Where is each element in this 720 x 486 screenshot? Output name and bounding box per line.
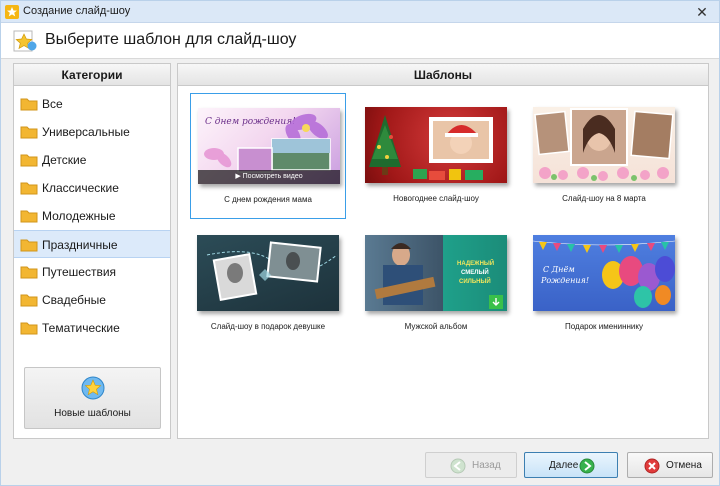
categories-panel: Категории Все Универсальные Детские Клас… [13, 63, 171, 439]
template-caption: Новогоднее слайд-шоу [393, 194, 479, 203]
close-icon[interactable]: ✕ [693, 3, 711, 21]
photo-collage-decoration [206, 241, 338, 301]
category-label: Классические [42, 181, 119, 195]
template-thumbnail: НАДЕЖНЫЙ СМЕЛЫЙ СИЛЬНЫЙ [365, 235, 507, 311]
category-label: Все [42, 97, 63, 111]
thumbnail-text-line: НАДЕЖНЫЙ [457, 261, 495, 267]
category-label: Свадебные [42, 293, 106, 307]
category-label: Тематические [42, 321, 120, 335]
cancel-button-label: Отмена [666, 460, 702, 471]
thumbnail-text-line: С Днём [543, 265, 575, 274]
next-arrow-icon [579, 458, 595, 474]
back-button-label: Назад [472, 460, 501, 471]
category-item-thematic[interactable]: Тематические [14, 314, 170, 342]
template-caption: Слайд-шоу в подарок девушке [210, 322, 326, 331]
folder-icon [20, 126, 38, 139]
template-thumbnail [197, 235, 339, 311]
new-templates-button[interactable]: Новые шаблоны [24, 367, 161, 429]
window-title: Создание слайд-шоу [23, 5, 131, 17]
template-card-birthday-gift[interactable]: С Днём Рождения! Подарок имениннику [526, 221, 682, 347]
templates-panel: Шаблоны С днем рождения! ▶ Посмотреть ви… [177, 63, 709, 439]
category-item-universal[interactable]: Универсальные [14, 118, 170, 146]
template-caption: Подарок имениннику [565, 322, 643, 331]
preview-video-label: Посмотреть видео [242, 173, 303, 180]
wizard-header: Выберите шаблон для слайд-шоу [1, 23, 719, 59]
template-card-new-year[interactable]: Новогоднее слайд-шоу [358, 93, 514, 219]
templates-heading: Шаблоны [178, 64, 708, 86]
new-templates-label: Новые шаблоны [54, 408, 131, 419]
preview-video-bar[interactable]: ▶ Посмотреть видео [198, 170, 340, 184]
category-label: Универсальные [42, 125, 130, 139]
back-button[interactable]: Назад [425, 452, 517, 478]
folder-icon [20, 266, 38, 279]
category-list: Все Универсальные Детские Классические М… [14, 86, 170, 342]
template-thumbnail: С Днём Рождения! [533, 235, 675, 311]
folder-icon [20, 182, 38, 195]
thumbnail-text-line: Рождения! [541, 276, 590, 285]
next-button[interactable]: Далее [524, 452, 618, 478]
cancel-icon [644, 458, 660, 474]
christmas-decoration [369, 115, 493, 180]
template-card-march-8[interactable]: Слайд-шоу на 8 марта [526, 93, 682, 219]
folder-icon [20, 294, 38, 307]
new-templates-star-icon [81, 376, 105, 400]
category-item-classic[interactable]: Классические [14, 174, 170, 202]
cancel-button[interactable]: Отмена [627, 452, 713, 478]
template-thumbnail [365, 107, 507, 183]
category-item-kids[interactable]: Детские [14, 146, 170, 174]
category-label: Детские [42, 153, 87, 167]
category-label: Праздничные [42, 238, 118, 252]
category-item-all[interactable]: Все [14, 90, 170, 118]
folder-icon [20, 154, 38, 167]
photo-collage-decoration [534, 108, 674, 181]
category-label: Путешествия [42, 265, 117, 279]
category-item-youth[interactable]: Молодежные [14, 202, 170, 230]
category-item-wedding[interactable]: Свадебные [14, 286, 170, 314]
category-item-holiday[interactable]: Праздничные [14, 230, 170, 258]
template-card-mens-album[interactable]: НАДЕЖНЫЙ СМЕЛЫЙ СИЛЬНЫЙ Мужской альбом [358, 221, 514, 347]
template-thumbnail: С днем рождения! ▶ Посмотреть видео [198, 108, 340, 184]
slideshow-wizard-window: Создание слайд-шоу ✕ Выберите шаблон для… [0, 0, 720, 486]
star-icon [13, 30, 37, 52]
template-thumbnail [533, 107, 675, 183]
template-grid: С днем рождения! ▶ Посмотреть видео С дн… [178, 87, 708, 438]
template-card-birthday-mom[interactable]: С днем рождения! ▶ Посмотреть видео С дн… [190, 93, 346, 219]
app-icon [5, 5, 19, 19]
title-bar: Создание слайд-шоу ✕ [1, 1, 719, 23]
template-caption: С днем рождения мама [224, 195, 312, 204]
folder-icon [20, 322, 38, 335]
category-label: Молодежные [42, 209, 116, 223]
folder-icon [20, 210, 38, 223]
thumbnail-text-line: СМЕЛЫЙ [461, 270, 489, 276]
page-title: Выберите шаблон для слайд-шоу [45, 31, 297, 48]
template-caption: Мужской альбом [404, 322, 468, 331]
template-caption: Слайд-шоу на 8 марта [562, 194, 646, 203]
thumbnail-text-line: СИЛЬНЫЙ [459, 279, 491, 285]
category-item-travel[interactable]: Путешествия [14, 258, 170, 286]
categories-heading: Категории [14, 64, 170, 86]
next-button-label: Далее [549, 460, 579, 471]
play-icon: ▶ [235, 173, 243, 180]
back-arrow-icon [450, 458, 466, 474]
folder-icon [20, 239, 38, 252]
template-card-gift-girlfriend[interactable]: Слайд-шоу в подарок девушке [190, 221, 346, 347]
folder-icon [20, 98, 38, 111]
